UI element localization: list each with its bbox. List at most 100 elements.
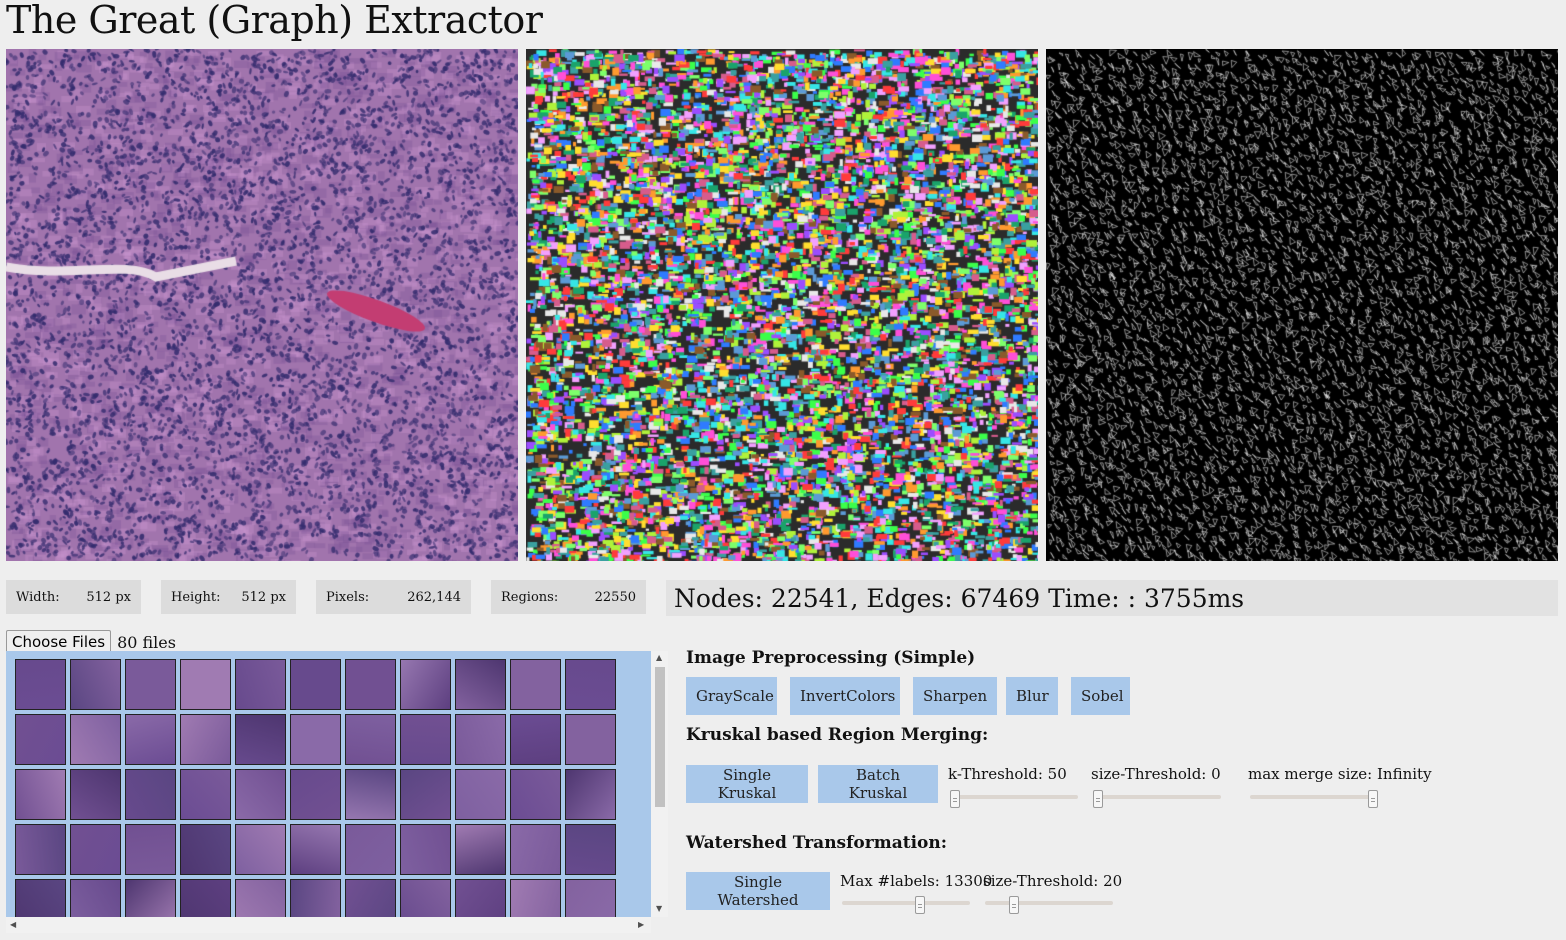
height-value: 512 px bbox=[241, 589, 286, 605]
thumbnail[interactable] bbox=[345, 659, 396, 710]
thumbnail[interactable] bbox=[510, 769, 561, 820]
slider-handle[interactable] bbox=[950, 790, 960, 808]
thumbnail[interactable] bbox=[345, 879, 396, 917]
watershed-size-threshold-slider[interactable] bbox=[985, 896, 1113, 914]
thumbnail[interactable] bbox=[455, 824, 506, 875]
thumbnail[interactable] bbox=[70, 659, 121, 710]
slider-handle[interactable] bbox=[915, 896, 925, 914]
thumbnail[interactable] bbox=[455, 714, 506, 765]
thumbnail[interactable] bbox=[235, 659, 286, 710]
thumbnail[interactable] bbox=[455, 879, 506, 917]
thumbnail[interactable] bbox=[565, 769, 616, 820]
thumbnail[interactable] bbox=[565, 879, 616, 917]
thumbnail[interactable] bbox=[180, 659, 231, 710]
thumbnail[interactable] bbox=[455, 769, 506, 820]
regions-stat: Regions: 22550 bbox=[491, 580, 646, 614]
thumbnail[interactable] bbox=[345, 714, 396, 765]
blur-button[interactable]: Blur bbox=[1006, 677, 1058, 715]
thumbnail[interactable] bbox=[15, 879, 66, 917]
max-labels-label: Max #labels: 13300 bbox=[840, 872, 993, 890]
slider-handle[interactable] bbox=[1093, 790, 1103, 808]
thumbnail[interactable] bbox=[290, 714, 341, 765]
thumbnail[interactable] bbox=[70, 824, 121, 875]
thumbnail[interactable] bbox=[235, 824, 286, 875]
thumbnail[interactable] bbox=[180, 824, 231, 875]
slider-handle[interactable] bbox=[1368, 790, 1378, 808]
pixels-label: Pixels: bbox=[326, 589, 370, 605]
width-value: 512 px bbox=[86, 589, 131, 605]
thumbnail[interactable] bbox=[70, 769, 121, 820]
thumbnail[interactable] bbox=[70, 879, 121, 917]
slider-track bbox=[950, 795, 1078, 799]
scroll-right-icon[interactable]: ▶ bbox=[638, 920, 644, 929]
thumbnail[interactable] bbox=[180, 714, 231, 765]
thumbnail[interactable] bbox=[290, 879, 341, 917]
thumbnail[interactable] bbox=[400, 769, 451, 820]
thumbnail[interactable] bbox=[400, 659, 451, 710]
regions-value: 22550 bbox=[594, 589, 636, 605]
thumbnail[interactable] bbox=[235, 879, 286, 917]
thumbnail[interactable] bbox=[180, 769, 231, 820]
thumbnail[interactable] bbox=[180, 879, 231, 917]
batch-kruskal-button[interactable]: Batch Kruskal bbox=[818, 765, 938, 803]
thumbnail[interactable] bbox=[400, 714, 451, 765]
sobel-button[interactable]: Sobel bbox=[1071, 677, 1130, 715]
thumbnail[interactable] bbox=[400, 879, 451, 917]
thumbnail[interactable] bbox=[290, 659, 341, 710]
thumbnail[interactable] bbox=[400, 824, 451, 875]
thumbnail[interactable] bbox=[125, 714, 176, 765]
source-image bbox=[6, 49, 518, 561]
vertical-scrollbar[interactable]: ▲ ▼ bbox=[651, 651, 668, 917]
scroll-left-icon[interactable]: ◀ bbox=[10, 920, 16, 929]
thumbnail[interactable] bbox=[15, 769, 66, 820]
thumbnail[interactable] bbox=[290, 769, 341, 820]
scroll-down-icon[interactable]: ▼ bbox=[656, 904, 662, 913]
thumbnail[interactable] bbox=[125, 879, 176, 917]
thumbnail[interactable] bbox=[510, 879, 561, 917]
scrollbar-thumb[interactable] bbox=[655, 667, 665, 807]
single-kruskal-button[interactable]: Single Kruskal bbox=[686, 765, 808, 803]
thumbnail[interactable] bbox=[510, 824, 561, 875]
horizontal-scrollbar[interactable]: ◀ ▶ bbox=[6, 917, 651, 933]
kruskal-title: Kruskal based Region Merging: bbox=[686, 725, 989, 745]
k-threshold-label: k-Threshold: 50 bbox=[948, 765, 1067, 783]
sharpen-button[interactable]: Sharpen bbox=[913, 677, 997, 715]
app-title: The Great (Graph) Extractor bbox=[6, 0, 543, 42]
thumbnail[interactable] bbox=[125, 659, 176, 710]
thumbnail[interactable] bbox=[510, 659, 561, 710]
max-labels-slider[interactable] bbox=[842, 896, 970, 914]
scroll-up-icon[interactable]: ▲ bbox=[656, 653, 662, 662]
thumbnail[interactable] bbox=[125, 769, 176, 820]
kruskal-size-threshold-slider[interactable] bbox=[1093, 790, 1221, 808]
slider-track bbox=[1250, 795, 1378, 799]
slider-track bbox=[985, 901, 1113, 905]
k-threshold-slider[interactable] bbox=[950, 790, 1078, 808]
thumbnail[interactable] bbox=[345, 824, 396, 875]
thumbnail[interactable] bbox=[565, 824, 616, 875]
thumbnail[interactable] bbox=[290, 824, 341, 875]
thumbnail[interactable] bbox=[125, 824, 176, 875]
thumbnail[interactable] bbox=[235, 714, 286, 765]
thumbnail-scroll-area[interactable] bbox=[6, 651, 651, 917]
thumbnail[interactable] bbox=[565, 714, 616, 765]
thumbnail[interactable] bbox=[70, 714, 121, 765]
watershed-size-threshold-label: size-Threshold: 20 bbox=[983, 872, 1123, 890]
watershed-title: Watershed Transformation: bbox=[686, 833, 948, 853]
slider-handle[interactable] bbox=[1009, 896, 1019, 914]
slider-track bbox=[1093, 795, 1221, 799]
slider-track bbox=[842, 901, 970, 905]
thumbnail[interactable] bbox=[565, 659, 616, 710]
thumbnail[interactable] bbox=[15, 659, 66, 710]
thumbnail[interactable] bbox=[15, 714, 66, 765]
single-watershed-button[interactable]: Single Watershed bbox=[686, 872, 830, 910]
thumbnail[interactable] bbox=[15, 824, 66, 875]
thumbnail[interactable] bbox=[235, 769, 286, 820]
invert-colors-button[interactable]: InvertColors bbox=[790, 677, 900, 715]
max-merge-size-slider[interactable] bbox=[1250, 790, 1378, 808]
thumbnail[interactable] bbox=[345, 769, 396, 820]
thumbnail[interactable] bbox=[455, 659, 506, 710]
graph-mesh-image bbox=[1046, 49, 1558, 561]
grayscale-button[interactable]: GrayScale bbox=[686, 677, 777, 715]
thumbnail[interactable] bbox=[510, 714, 561, 765]
width-stat: Width: 512 px bbox=[6, 580, 141, 614]
